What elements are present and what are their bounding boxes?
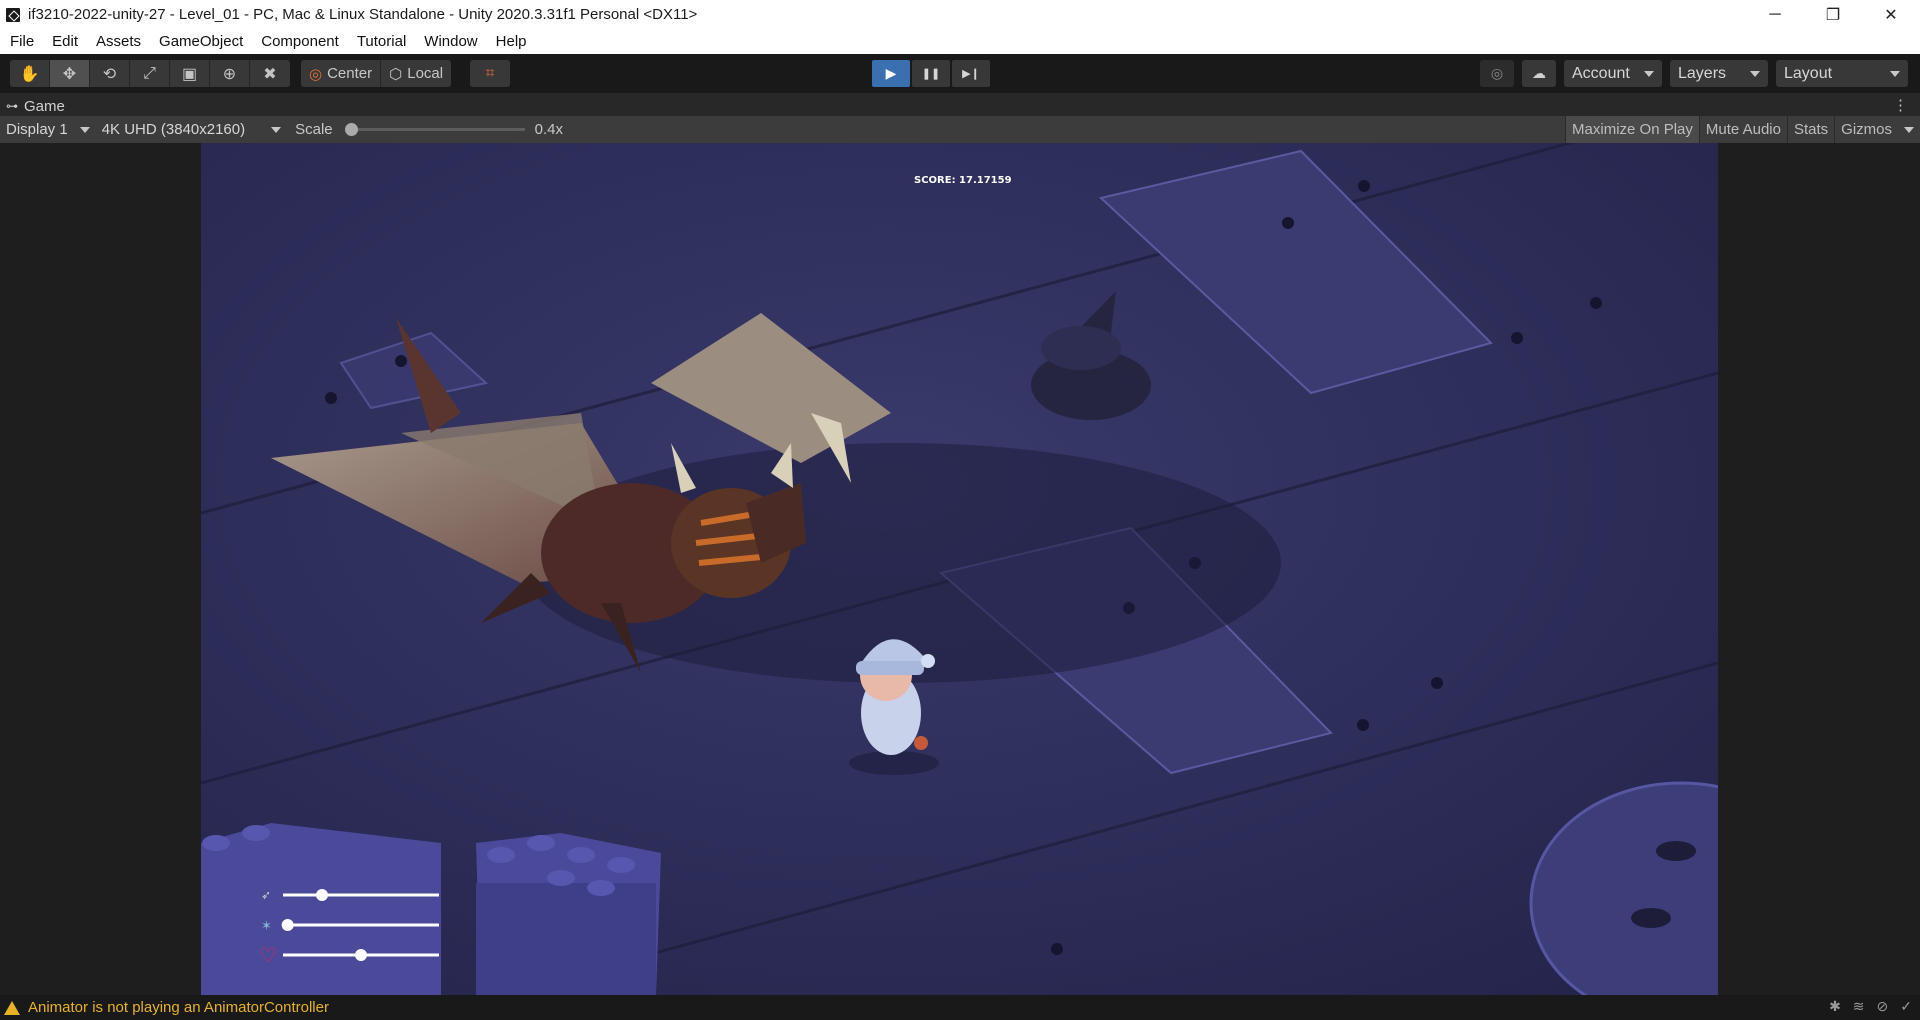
menu-window[interactable]: Window [414,33,485,50]
rect-tool-icon[interactable]: ▣ [170,60,210,87]
step-button[interactable]: ▶❙ [952,60,990,87]
title-bar: if3210-2022-unity-27 - Level_01 - PC, Ma… [0,0,1920,29]
status-bar: Animator is not playing an AnimatorContr… [0,995,1920,1020]
menu-component[interactable]: Component [251,33,347,50]
game-tab-bar: ⊶ Game ⋮ [0,92,1920,116]
layers-dropdown[interactable]: Layers [1670,60,1768,87]
hud-sliders: ➶ ✶ ♡ [261,888,439,967]
minimize-button[interactable]: ─ [1746,0,1804,29]
pivot-center-button[interactable]: ◎ Center [301,60,382,87]
custom-tool-icon[interactable]: ✖ [250,60,290,87]
gizmos-label: Gizmos [1841,121,1892,138]
game-view-toggles: Maximize On Play Mute Audio Stats Gizmos [1565,116,1920,143]
layers-label: Layers [1678,64,1727,82]
chevron-down-icon [1750,70,1760,77]
stats-toggle[interactable]: Stats [1786,116,1834,143]
window-controls: ─ ❐ ✕ [1746,0,1920,29]
pivot-center-label: Center [327,65,373,82]
transform-tools: ✋ ✥ ⟲ ⤢ ▣ ⊕ ✖ [10,60,290,87]
gizmos-toggle[interactable]: Gizmos [1834,116,1920,143]
scale-slider-thumb[interactable] [344,123,358,136]
power-slider-thumb [281,919,294,931]
power-icon: ✶ [261,918,272,933]
bug-icon[interactable]: ✱ [1829,998,1841,1015]
account-label: Account [1572,64,1630,82]
layout-label: Layout [1784,64,1833,82]
cube-icon: ⬡ [389,65,403,83]
collab-icon[interactable]: ◎ [1480,60,1514,87]
menu-edit[interactable]: Edit [42,33,86,50]
display-label: Display 1 [6,121,68,138]
close-button[interactable]: ✕ [1862,0,1920,29]
speed-icon: ➶ [261,888,271,902]
layers-icon[interactable]: ≋ [1853,998,1865,1015]
gamepad-icon: ⊶ [6,99,18,113]
resolution-label: 4K UHD (3840x2160) [101,121,246,138]
play-button[interactable]: ▶ [872,60,910,87]
pause-button[interactable]: ❚❚ [912,60,950,87]
right-toolbar: ◎ ☁ Account Layers Layout [1480,60,1908,87]
main-toolbar: ✋ ✥ ⟲ ⤢ ▣ ⊕ ✖ ◎ Center ⬡ Local ⌗ ▶ ❚❚ ▶❙… [0,54,1920,92]
move-tool-icon[interactable]: ✥ [50,60,90,87]
pivot-icon: ◎ [309,65,323,83]
game-viewport[interactable]: ➶ ✶ ♡ [201,143,1718,995]
status-message[interactable]: Animator is not playing an AnimatorContr… [28,999,329,1016]
display-dropdown[interactable]: Display 1 [0,121,90,138]
cloud-icon[interactable]: ☁ [1522,60,1556,87]
scale-slider[interactable] [344,123,525,136]
chevron-down-icon [1644,70,1654,77]
warning-icon [4,1000,20,1015]
score-text: SCORE: 17.17159 [914,175,1012,186]
hud-power-row: ✶ [261,918,439,933]
check-icon[interactable]: ✓ [1900,998,1912,1015]
scale-tool-icon[interactable]: ⤢ [130,60,170,87]
menu-gameobject[interactable]: GameObject [149,33,251,50]
chevron-down-icon [1904,126,1914,133]
layout-dropdown[interactable]: Layout [1776,60,1908,87]
grid-snap-icon[interactable]: ⌗ [470,60,510,87]
tab-game[interactable]: ⊶ Game [6,95,65,117]
speed-slider-thumb [316,889,328,901]
hand-tool-icon[interactable]: ✋ [10,60,50,87]
heart-icon: ♡ [261,945,277,967]
grid-snap-group: ⌗ [470,60,510,87]
hud-health-row: ♡ [261,945,439,967]
account-dropdown[interactable]: Account [1564,60,1662,87]
pivot-local-button[interactable]: ⬡ Local [381,60,451,87]
chevron-down-icon [271,126,282,133]
rotate-tool-icon[interactable]: ⟲ [90,60,130,87]
tab-game-label: Game [24,97,65,115]
menu-help[interactable]: Help [486,33,535,50]
window-title: if3210-2022-unity-27 - Level_01 - PC, Ma… [28,6,698,23]
mute-audio-toggle[interactable]: Mute Audio [1698,116,1787,143]
game-scene [201,143,1718,995]
hud-speed-row: ➶ [261,888,439,902]
restore-button[interactable]: ❐ [1804,0,1862,29]
maximize-on-play-toggle[interactable]: Maximize On Play [1565,116,1699,143]
game-view-toolbar: Display 1 4K UHD (3840x2160) Scale 0.4x … [0,116,1920,143]
health-slider-thumb [355,949,367,961]
cache-icon[interactable]: ⊘ [1877,998,1889,1015]
menu-file[interactable]: File [0,33,42,50]
scale-value: 0.4x [534,121,564,138]
pivot-tools: ◎ Center ⬡ Local [301,60,452,87]
menu-tutorial[interactable]: Tutorial [347,33,414,50]
pivot-local-label: Local [407,65,444,82]
chevron-down-icon [1890,70,1900,77]
resolution-dropdown[interactable]: 4K UHD (3840x2160) [96,121,282,138]
tab-menu-icon[interactable]: ⋮ [1893,96,1908,114]
play-controls: ▶ ❚❚ ▶❙ [872,60,990,87]
scale-label: Scale [295,121,333,138]
unity-icon [6,7,20,22]
menu-bar: File Edit Assets GameObject Component Tu… [0,29,1920,54]
chevron-down-icon [79,126,90,133]
status-icons: ✱ ≋ ⊘ ✓ [1829,998,1912,1015]
menu-assets[interactable]: Assets [86,33,149,50]
transform-tool-icon[interactable]: ⊕ [210,60,250,87]
